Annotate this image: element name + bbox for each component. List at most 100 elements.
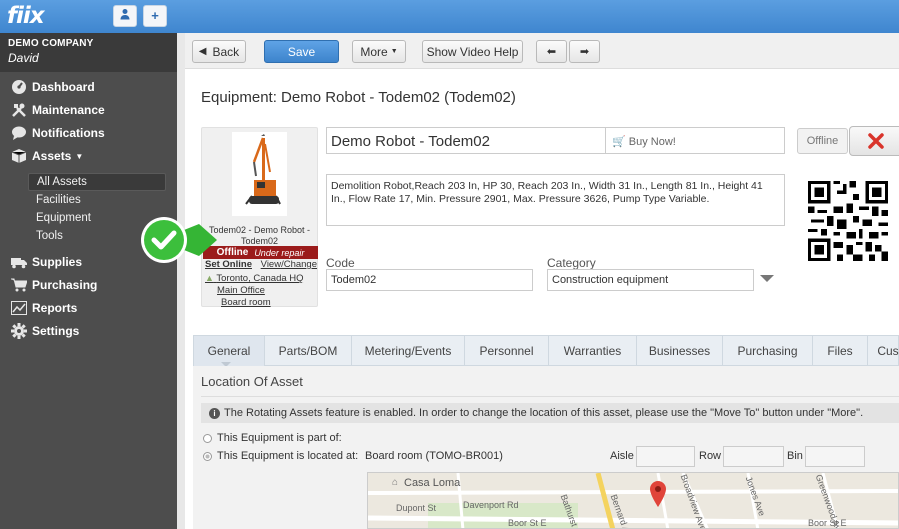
asset-name-input[interactable]: Demo Robot - Todem02 xyxy=(326,127,606,154)
status-bar: Offline Under repair xyxy=(203,246,318,259)
cart-icon: 🛒 xyxy=(612,136,626,148)
bin-input[interactable] xyxy=(805,446,865,467)
asset-caption: Todem02 - Demo Robot - Todem02 xyxy=(208,225,311,246)
more-label: More xyxy=(360,44,388,59)
buy-now-label: Buy Now! xyxy=(628,136,676,148)
asset-photo-card: Todem02 - Demo Robot - Todem02 Offline U… xyxy=(141,127,318,309)
tab-businesses[interactable]: Businesses xyxy=(637,336,723,366)
part-of-radio[interactable] xyxy=(203,433,212,443)
sidebar-item-dashboard[interactable]: Dashboard xyxy=(0,76,177,98)
tab-custom[interactable]: Cus xyxy=(868,336,899,366)
tab-personnel[interactable]: Personnel xyxy=(465,336,549,366)
sidebar-item-maintenance[interactable]: Maintenance xyxy=(0,99,177,121)
arrow-left-icon: ◀ xyxy=(198,46,207,57)
info-notice: i The Rotating Assets feature is enabled… xyxy=(201,403,899,423)
row-input[interactable] xyxy=(723,446,784,467)
tab-purchasing[interactable]: Purchasing xyxy=(723,336,813,366)
building-icon: ▲ xyxy=(205,273,214,283)
category-label: Category xyxy=(547,256,596,270)
offline-button[interactable]: Offline xyxy=(797,128,848,154)
more-button[interactable]: More ▼ xyxy=(352,40,406,63)
previous-record-button[interactable]: ⬅ xyxy=(536,40,567,63)
arrow-right-icon: ➡ xyxy=(579,46,590,58)
toolbar: ◀ Back Save More ▼ Show Video Help ⬅ ➡ xyxy=(185,33,899,69)
divider xyxy=(201,396,899,397)
box-icon xyxy=(9,148,29,164)
caret-down-icon: ▼ xyxy=(75,151,84,161)
page-title: Equipment: Demo Robot - Todem02 (Todem02… xyxy=(201,89,516,106)
robot-image[interactable] xyxy=(232,132,287,216)
cart-icon xyxy=(9,277,29,293)
map-pin-icon: ⌂ xyxy=(392,477,399,488)
bin-label: Bin xyxy=(787,450,803,462)
arrow-left-icon: ⬅ xyxy=(546,46,557,58)
located-at-label: This Equipment is located at: xyxy=(217,450,359,462)
close-button[interactable] xyxy=(849,126,899,156)
map-label: Casa Loma xyxy=(404,477,461,489)
info-icon: i xyxy=(209,407,220,419)
location-map[interactable]: Casa Loma ⌂ Dupont St Davenport Rd Boor … xyxy=(367,472,899,529)
close-icon xyxy=(868,133,884,149)
show-video-help-button[interactable]: Show Video Help xyxy=(422,40,523,63)
location-list: ▲ Toronto, Canada HQ Main Office Board r… xyxy=(205,272,304,309)
location-title: Location Of Asset xyxy=(201,374,303,389)
checkmark-badge-icon xyxy=(141,217,217,263)
location-marker-icon[interactable] xyxy=(650,481,666,507)
person-icon xyxy=(120,9,130,20)
sidebar-item-label: Reports xyxy=(32,301,78,315)
sidebar-item-label: Assets xyxy=(32,149,72,163)
qr-code-icon[interactable] xyxy=(808,181,888,261)
fiix-logo[interactable]: fiix xyxy=(7,3,45,29)
next-record-button[interactable]: ➡ xyxy=(569,40,600,63)
sidebar-sub-facilities[interactable]: Facilities xyxy=(28,191,166,209)
sidebar-item-label: Supplies xyxy=(32,255,83,269)
location-link[interactable]: Main Office xyxy=(205,285,304,297)
located-at-radio-row[interactable]: This Equipment is located at: xyxy=(203,450,358,462)
tab-warranties[interactable]: Warranties xyxy=(549,336,637,366)
plus-icon: + xyxy=(151,8,159,23)
dashboard-icon xyxy=(9,79,29,95)
located-at-radio[interactable] xyxy=(203,451,212,461)
aisle-label: Aisle xyxy=(610,450,634,462)
sidebar-item-notifications[interactable]: Notifications xyxy=(0,122,177,144)
chevron-down-icon[interactable] xyxy=(760,275,774,282)
location-link[interactable]: Board room xyxy=(205,297,304,309)
location-link[interactable]: ▲ Toronto, Canada HQ xyxy=(205,272,304,285)
user-button[interactable] xyxy=(113,5,137,27)
sidebar-sub-all-assets[interactable]: All Assets xyxy=(28,173,166,191)
code-label: Code xyxy=(326,256,355,270)
sidebar-item-label: Notifications xyxy=(32,126,105,140)
sidebar-gutter xyxy=(177,33,185,529)
sidebar-item-label: Dashboard xyxy=(32,80,95,94)
chat-icon xyxy=(9,125,29,141)
description-textarea[interactable]: Demolition Robot,Reach 203 In, HP 30, Re… xyxy=(326,174,785,226)
map-label: Davenport Rd xyxy=(463,500,519,510)
aisle-input[interactable] xyxy=(636,446,695,467)
main-content: Equipment: Demo Robot - Todem02 (Todem02… xyxy=(141,69,899,529)
sidebar-item-assets[interactable]: Assets ▼ xyxy=(0,145,177,167)
company-block: DEMO COMPANY David xyxy=(0,33,177,72)
view-change-link[interactable]: View/Change xyxy=(261,259,317,270)
sidebar-item-reports[interactable]: Reports xyxy=(0,297,177,319)
status-links: Set Online View/Change xyxy=(205,259,317,270)
chart-icon xyxy=(9,300,29,316)
location-label: Toronto, Canada HQ xyxy=(216,273,304,284)
tab-parts-bom[interactable]: Parts/BOM xyxy=(265,336,352,366)
part-of-radio-row[interactable]: This Equipment is part of: xyxy=(203,432,342,444)
status-text: Offline xyxy=(216,247,249,258)
buy-now-button[interactable]: 🛒 Buy Now! xyxy=(605,127,785,154)
add-button[interactable]: + xyxy=(143,5,167,27)
top-bar-right xyxy=(177,0,899,33)
code-input[interactable]: Todem02 xyxy=(326,269,533,291)
status-sub-text: Under repair xyxy=(254,247,305,258)
category-select[interactable]: Construction equipment xyxy=(547,269,754,291)
sidebar-item-purchasing[interactable]: Purchasing xyxy=(0,274,177,296)
sidebar-item-label: Purchasing xyxy=(32,278,98,292)
back-button[interactable]: ◀ Back xyxy=(192,40,246,63)
sidebar-item-settings[interactable]: Settings xyxy=(0,320,177,342)
map-label: Dupont St xyxy=(396,503,437,513)
tab-files[interactable]: Files xyxy=(813,336,868,366)
save-button[interactable]: Save xyxy=(264,40,339,63)
tab-metering-events[interactable]: Metering/Events xyxy=(352,336,465,366)
info-text: The Rotating Assets feature is enabled. … xyxy=(224,407,864,419)
